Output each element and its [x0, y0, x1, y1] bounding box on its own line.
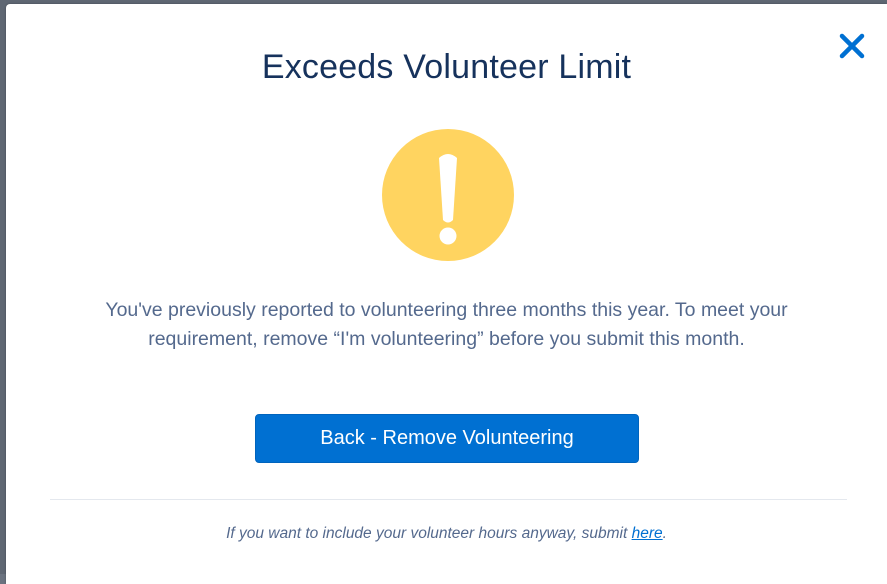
footer-text: If you want to include your volunteer ho… [226, 525, 632, 542]
back-remove-volunteering-button[interactable]: Back - Remove Volunteering [255, 414, 639, 463]
submit-here-link[interactable]: here [632, 525, 663, 542]
divider [50, 499, 847, 500]
volunteer-limit-modal: Exceeds Volunteer Limit You've previousl… [6, 4, 887, 584]
modal-title: Exceeds Volunteer Limit [261, 48, 632, 86]
modal-footer: If you want to include your volunteer ho… [6, 525, 887, 543]
modal-message: You've previously reported to volunteeri… [105, 299, 788, 350]
footer-suffix: . [662, 525, 667, 542]
warning-exclamation-icon [382, 129, 514, 261]
backdrop: Exceeds Volunteer Limit You've previousl… [0, 0, 887, 584]
